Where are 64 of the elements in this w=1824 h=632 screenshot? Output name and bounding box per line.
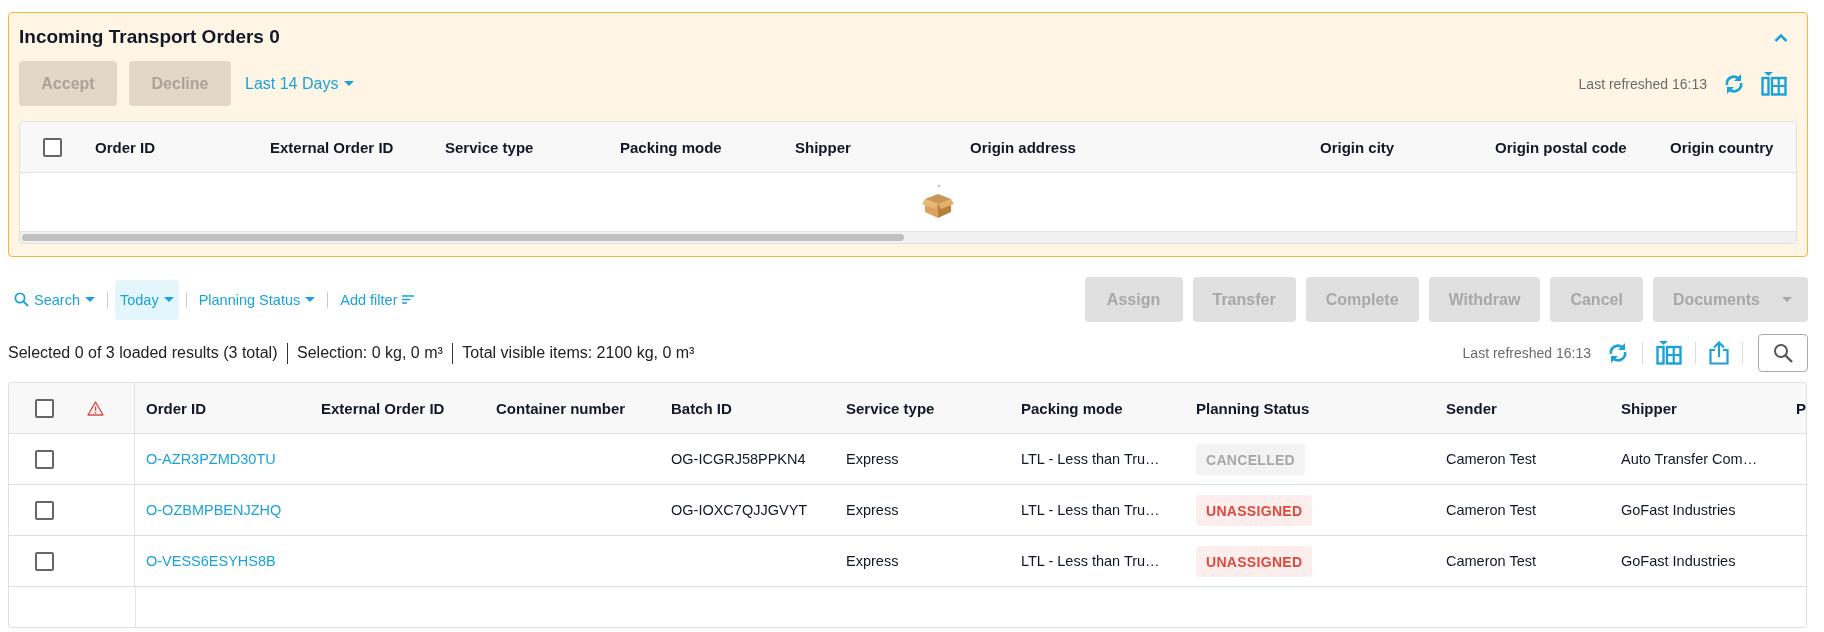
refresh-icon[interactable] xyxy=(1607,341,1629,365)
table-cell: OG-IOXC7QJJGVYT xyxy=(671,502,808,518)
panel-title: Incoming Transport Orders 0 xyxy=(19,26,281,48)
column-header[interactable]: Service type xyxy=(835,399,1010,417)
checkbox[interactable] xyxy=(42,137,62,157)
status-badge: UNASSIGNED xyxy=(1196,494,1313,526)
search-icon xyxy=(14,292,29,307)
column-header[interactable]: External Order ID xyxy=(310,399,485,417)
column-header[interactable]: Shipper xyxy=(784,138,959,156)
column-header[interactable]: Planning Status xyxy=(1185,399,1435,417)
column-header[interactable]: Origin country xyxy=(1659,138,1779,156)
caret-icon xyxy=(305,297,316,302)
caret-icon xyxy=(1782,297,1792,302)
table-cell: Express xyxy=(846,553,899,569)
caret-icon xyxy=(163,297,174,302)
column-header[interactable]: Origin address xyxy=(959,138,1309,156)
summary-text: Total visible items: 2100 kg, 0 m³ xyxy=(462,344,695,362)
column-header[interactable]: Sender xyxy=(1435,399,1610,417)
column-header[interactable]: Service type xyxy=(434,138,609,156)
table-cell: LTL - Less than Tru… xyxy=(1021,451,1160,467)
warning-icon xyxy=(87,400,104,416)
column-header[interactable]: Batch ID xyxy=(660,399,835,417)
table-cell: GoFast Industries xyxy=(1621,553,1736,569)
search-button[interactable] xyxy=(1758,334,1808,372)
status-badge: UNASSIGNED xyxy=(1196,545,1313,577)
table-cell: Express xyxy=(846,451,899,467)
last-refreshed-text: Last refreshed 16:13 xyxy=(1578,75,1707,92)
column-header[interactable]: Container number xyxy=(485,399,660,417)
column-header[interactable]: Packing mode xyxy=(1010,399,1185,417)
columns-icon[interactable] xyxy=(1761,71,1787,96)
column-header[interactable]: Origin postal code xyxy=(1484,138,1659,156)
table-cell: OG-ICGRJ58PPKN4 xyxy=(671,451,806,467)
share-icon[interactable] xyxy=(1709,341,1729,365)
column-header[interactable]: External Order ID xyxy=(259,138,434,156)
status-badge: CANCELLED xyxy=(1196,443,1306,475)
checkbox[interactable] xyxy=(34,551,54,571)
checkbox[interactable] xyxy=(34,500,54,520)
empty-box-icon xyxy=(922,184,954,220)
last-refreshed-text: Last refreshed 16:13 xyxy=(1462,345,1591,361)
caret-icon xyxy=(84,297,95,302)
column-header[interactable]: Order ID xyxy=(135,399,310,417)
column-header[interactable]: P xyxy=(1785,399,1806,417)
column-header[interactable]: Packing mode xyxy=(609,138,784,156)
table-cell: Cameron Test xyxy=(1446,502,1536,518)
scrollbar[interactable] xyxy=(20,231,1796,243)
table-cell: LTL - Less than Tru… xyxy=(1021,502,1160,518)
column-header[interactable]: Order ID xyxy=(84,138,259,156)
filter-icon xyxy=(402,295,415,304)
summary-text: Selection: 0 kg, 0 m³ xyxy=(297,344,443,362)
search-icon xyxy=(1773,343,1793,363)
checkbox[interactable] xyxy=(34,449,54,469)
column-header[interactable]: Origin city xyxy=(1309,138,1484,156)
caret-icon xyxy=(344,81,355,86)
table-cell: LTL - Less than Tru… xyxy=(1021,553,1160,569)
collapse-button[interactable] xyxy=(1773,31,1789,43)
table-cell: Express xyxy=(846,502,899,518)
table-cell: Cameron Test xyxy=(1446,553,1536,569)
checkbox[interactable] xyxy=(34,398,54,418)
column-header[interactable]: Shipper xyxy=(1610,399,1785,417)
columns-icon[interactable] xyxy=(1656,341,1682,365)
table-cell: Auto Transfer Com… xyxy=(1621,451,1758,467)
summary-text: Selected 0 of 3 loaded results (3 total) xyxy=(8,344,278,362)
table-cell: Cameron Test xyxy=(1446,451,1536,467)
table-cell: GoFast Industries xyxy=(1621,502,1736,518)
